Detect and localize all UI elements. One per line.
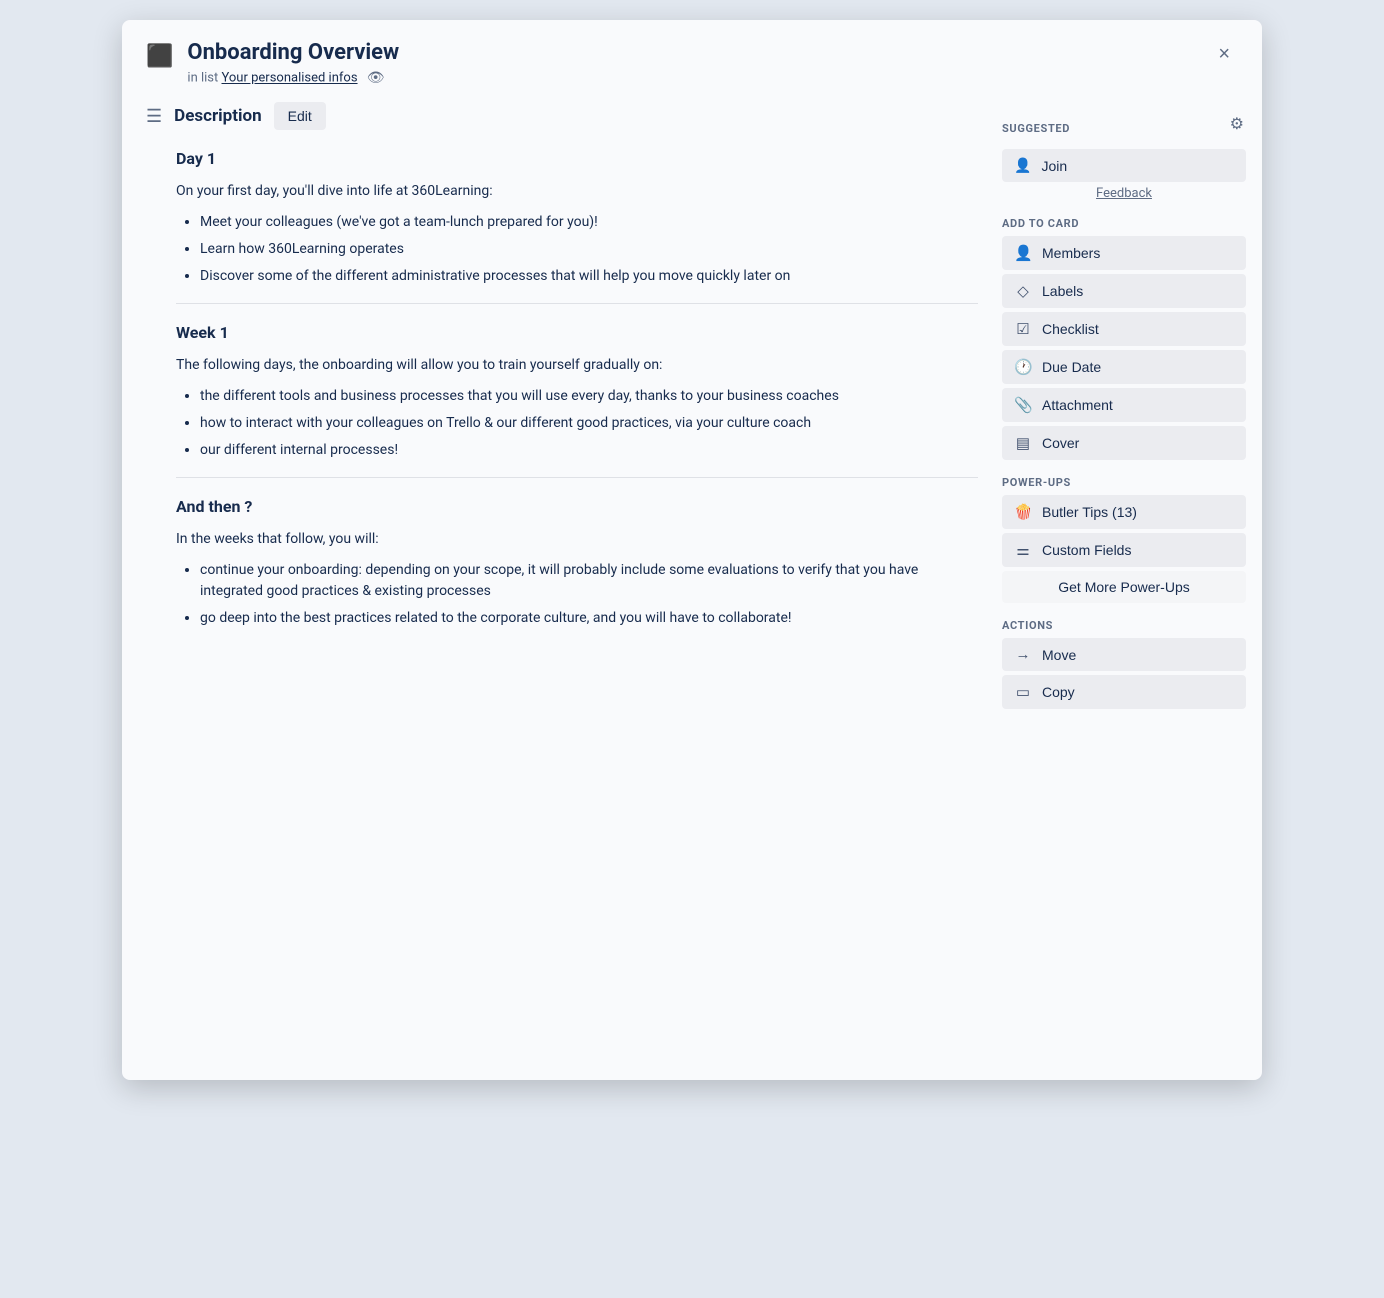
lines-icon: ☰ <box>146 106 162 127</box>
add-to-card-label: ADD TO CARD <box>1002 217 1246 230</box>
suggested-label: SUGGESTED <box>1002 122 1070 135</box>
actions-label: ACTIONS <box>1002 619 1246 632</box>
join-button[interactable]: 👤 Join <box>1002 149 1246 182</box>
custom-fields-button[interactable]: ⚌ Custom Fields <box>1002 533 1246 567</box>
members-icon: 👤 <box>1014 244 1032 262</box>
power-ups-label: POWER-UPS <box>1002 476 1246 489</box>
section-day1-intro: On your first day, you'll dive into life… <box>176 180 978 202</box>
checklist-icon: ☑ <box>1014 320 1032 338</box>
list-item: continue your onboarding: depending on y… <box>200 560 978 602</box>
main-content: ☰ Description Edit Day 1 On your first d… <box>122 98 1002 1080</box>
copy-icon: ▭ <box>1014 683 1032 701</box>
close-button[interactable]: × <box>1210 40 1238 68</box>
list-item: our different internal processes! <box>200 440 978 461</box>
section-week1-list: the different tools and business process… <box>176 386 978 461</box>
divider <box>176 477 978 478</box>
section-andthen-title: And then ? <box>176 494 978 520</box>
divider <box>176 303 978 304</box>
checklist-button[interactable]: ☑ Checklist <box>1002 312 1246 346</box>
clock-icon: 🕐 <box>1014 358 1032 376</box>
list-item: the different tools and business process… <box>200 386 978 407</box>
subtitle-prefix: in list <box>187 71 218 86</box>
list-link[interactable]: Your personalised infos <box>222 71 358 86</box>
attachment-icon: 📎 <box>1014 396 1032 414</box>
butler-icon: 🍿 <box>1014 503 1032 521</box>
list-item: Meet your colleagues (we've got a team-l… <box>200 212 978 233</box>
list-item: Discover some of the different administr… <box>200 266 978 287</box>
description-header: ☰ Description Edit <box>146 98 978 130</box>
eye-icon: 👁 <box>367 70 385 86</box>
copy-label: Copy <box>1042 684 1075 700</box>
due-date-label: Due Date <box>1042 359 1101 375</box>
person-icon: 👤 <box>1014 157 1031 174</box>
sidebar: SUGGESTED ⚙ 👤 Join Feedback ADD TO CARD … <box>1002 98 1262 1080</box>
butler-tips-button[interactable]: 🍿 Butler Tips (13) <box>1002 495 1246 529</box>
section-week1-title: Week 1 <box>176 320 978 346</box>
labels-label: Labels <box>1042 283 1083 299</box>
due-date-button[interactable]: 🕐 Due Date <box>1002 350 1246 384</box>
edit-button[interactable]: Edit <box>274 102 326 130</box>
attachment-label: Attachment <box>1042 397 1113 413</box>
list-item: Learn how 360Learning operates <box>200 239 978 260</box>
description-content: Day 1 On your first day, you'll dive int… <box>176 146 978 629</box>
list-item: how to interact with your colleagues on … <box>200 413 978 434</box>
copy-button[interactable]: ▭ Copy <box>1002 675 1246 709</box>
section-day1-list: Meet your colleagues (we've got a team-l… <box>176 212 978 287</box>
card-title: Onboarding Overview <box>187 40 1196 66</box>
description-label: Description <box>174 106 261 126</box>
list-item: go deep into the best practices related … <box>200 608 978 629</box>
labels-button[interactable]: ◇ Labels <box>1002 274 1246 308</box>
card-subtitle: in list Your personalised infos 👁 <box>187 70 1196 86</box>
get-more-powerups-button[interactable]: Get More Power-Ups <box>1002 571 1246 603</box>
card-modal: ⬛ Onboarding Overview in list Your perso… <box>122 20 1262 1080</box>
butler-tips-label: Butler Tips (13) <box>1042 504 1137 520</box>
members-button[interactable]: 👤 Members <box>1002 236 1246 270</box>
move-button[interactable]: → Move <box>1002 638 1246 671</box>
custom-fields-icon: ⚌ <box>1014 541 1032 559</box>
cover-button[interactable]: ▤ Cover <box>1002 426 1246 460</box>
members-label: Members <box>1042 245 1100 261</box>
custom-fields-label: Custom Fields <box>1042 542 1131 558</box>
section-andthen-list: continue your onboarding: depending on y… <box>176 560 978 629</box>
modal-body: ☰ Description Edit Day 1 On your first d… <box>122 98 1262 1080</box>
gear-button[interactable]: ⚙ <box>1228 112 1246 136</box>
move-label: Move <box>1042 647 1076 663</box>
feedback-link[interactable]: Feedback <box>1002 186 1246 201</box>
section-andthen-intro: In the weeks that follow, you will: <box>176 528 978 550</box>
suggested-header: SUGGESTED ⚙ <box>1002 106 1246 141</box>
checklist-label: Checklist <box>1042 321 1099 337</box>
section-week1-intro: The following days, the onboarding will … <box>176 354 978 376</box>
labels-icon: ◇ <box>1014 282 1032 300</box>
monitor-icon: ⬛ <box>146 44 173 69</box>
cover-icon: ▤ <box>1014 434 1032 452</box>
move-icon: → <box>1014 646 1032 663</box>
join-label: Join <box>1041 158 1067 174</box>
cover-label: Cover <box>1042 435 1079 451</box>
attachment-button[interactable]: 📎 Attachment <box>1002 388 1246 422</box>
section-day1-title: Day 1 <box>176 146 978 172</box>
modal-header: ⬛ Onboarding Overview in list Your perso… <box>122 20 1262 98</box>
header-text: Onboarding Overview in list Your persona… <box>187 40 1196 86</box>
